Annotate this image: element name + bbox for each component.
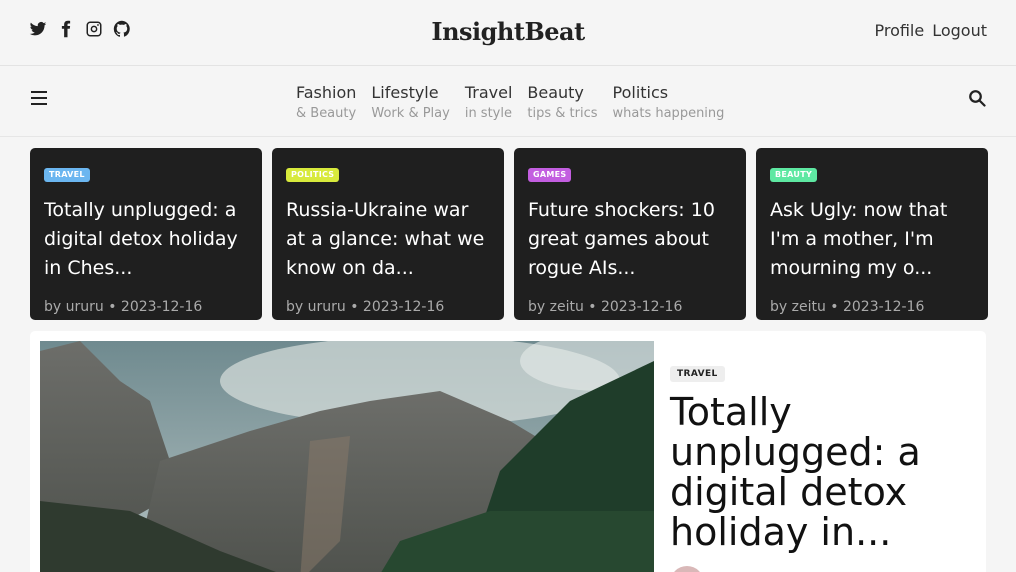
- article-meta: by ururu • 2023-12-16: [44, 299, 203, 315]
- top-bar: InsightBeat Profile Logout: [0, 0, 1016, 66]
- article-card[interactable]: BEAUTY Ask Ugly: now that I'm a mother, …: [756, 148, 988, 320]
- account-links: Profile Logout: [874, 21, 987, 40]
- category-nav: Fashion & Beauty Lifestyle Work & Play T…: [0, 67, 1016, 137]
- nav-item-title: Beauty: [527, 83, 584, 102]
- article-meta: by zeitu • 2023-12-16: [770, 299, 925, 315]
- logout-link[interactable]: Logout: [932, 21, 987, 40]
- featured-article: TRAVEL Totally unplugged: a digital deto…: [30, 331, 986, 572]
- nav-item-title: Travel: [464, 83, 513, 102]
- nav-item-subtitle: Work & Play: [371, 106, 450, 121]
- profile-link[interactable]: Profile: [874, 21, 924, 40]
- menu-icon[interactable]: [31, 91, 47, 105]
- article-title[interactable]: Russia-Ukraine war at a glance: what we …: [286, 196, 490, 283]
- nav-item-beauty[interactable]: Beauty tips & trics: [527, 83, 597, 123]
- nav-item-subtitle: in style: [464, 106, 512, 121]
- nav-item-title: Lifestyle: [371, 83, 439, 102]
- category-badge[interactable]: GAMES: [528, 168, 572, 182]
- article-title[interactable]: Future shockers: 10 great games about ro…: [528, 196, 732, 283]
- author-info: by ururu: [670, 566, 980, 572]
- avatar[interactable]: [670, 566, 704, 572]
- category-list: Fashion & Beauty Lifestyle Work & Play T…: [296, 83, 739, 123]
- category-badge[interactable]: POLITICS: [286, 168, 340, 182]
- featured-title[interactable]: Totally unplugged: a digital detox holid…: [670, 392, 980, 552]
- featured-image[interactable]: [40, 341, 654, 572]
- featured-details: TRAVEL Totally unplugged: a digital deto…: [670, 361, 980, 572]
- nav-item-subtitle: whats happening: [612, 106, 725, 121]
- nav-item-politics[interactable]: Politics whats happening: [613, 83, 725, 123]
- article-meta: by ururu • 2023-12-16: [286, 299, 445, 315]
- article-card[interactable]: TRAVEL Totally unplugged: a digital deto…: [30, 148, 262, 320]
- brand-logo[interactable]: InsightBeat: [0, 17, 1016, 46]
- nav-item-lifestyle[interactable]: Lifestyle Work & Play: [371, 83, 449, 123]
- nav-item-fashion[interactable]: Fashion & Beauty: [296, 83, 356, 123]
- search-icon[interactable]: [968, 89, 986, 107]
- nav-item-title: Fashion: [296, 83, 357, 102]
- article-card[interactable]: POLITICS Russia-Ukraine war at a glance:…: [272, 148, 504, 320]
- article-title[interactable]: Ask Ugly: now that I'm a mother, I'm mou…: [770, 196, 974, 283]
- nav-item-subtitle: tips & trics: [527, 106, 598, 121]
- nav-item-title: Politics: [612, 83, 669, 102]
- category-badge[interactable]: TRAVEL: [44, 168, 90, 182]
- article-title[interactable]: Totally unplugged: a digital detox holid…: [44, 196, 248, 283]
- nav-item-subtitle: & Beauty: [296, 106, 357, 121]
- article-cards: TRAVEL Totally unplugged: a digital deto…: [30, 148, 988, 320]
- category-badge[interactable]: BEAUTY: [770, 168, 818, 182]
- article-card[interactable]: GAMES Future shockers: 10 great games ab…: [514, 148, 746, 320]
- article-meta: by zeitu • 2023-12-16: [528, 299, 683, 315]
- category-badge[interactable]: TRAVEL: [670, 366, 725, 382]
- nav-item-travel[interactable]: Travel in style: [465, 83, 513, 123]
